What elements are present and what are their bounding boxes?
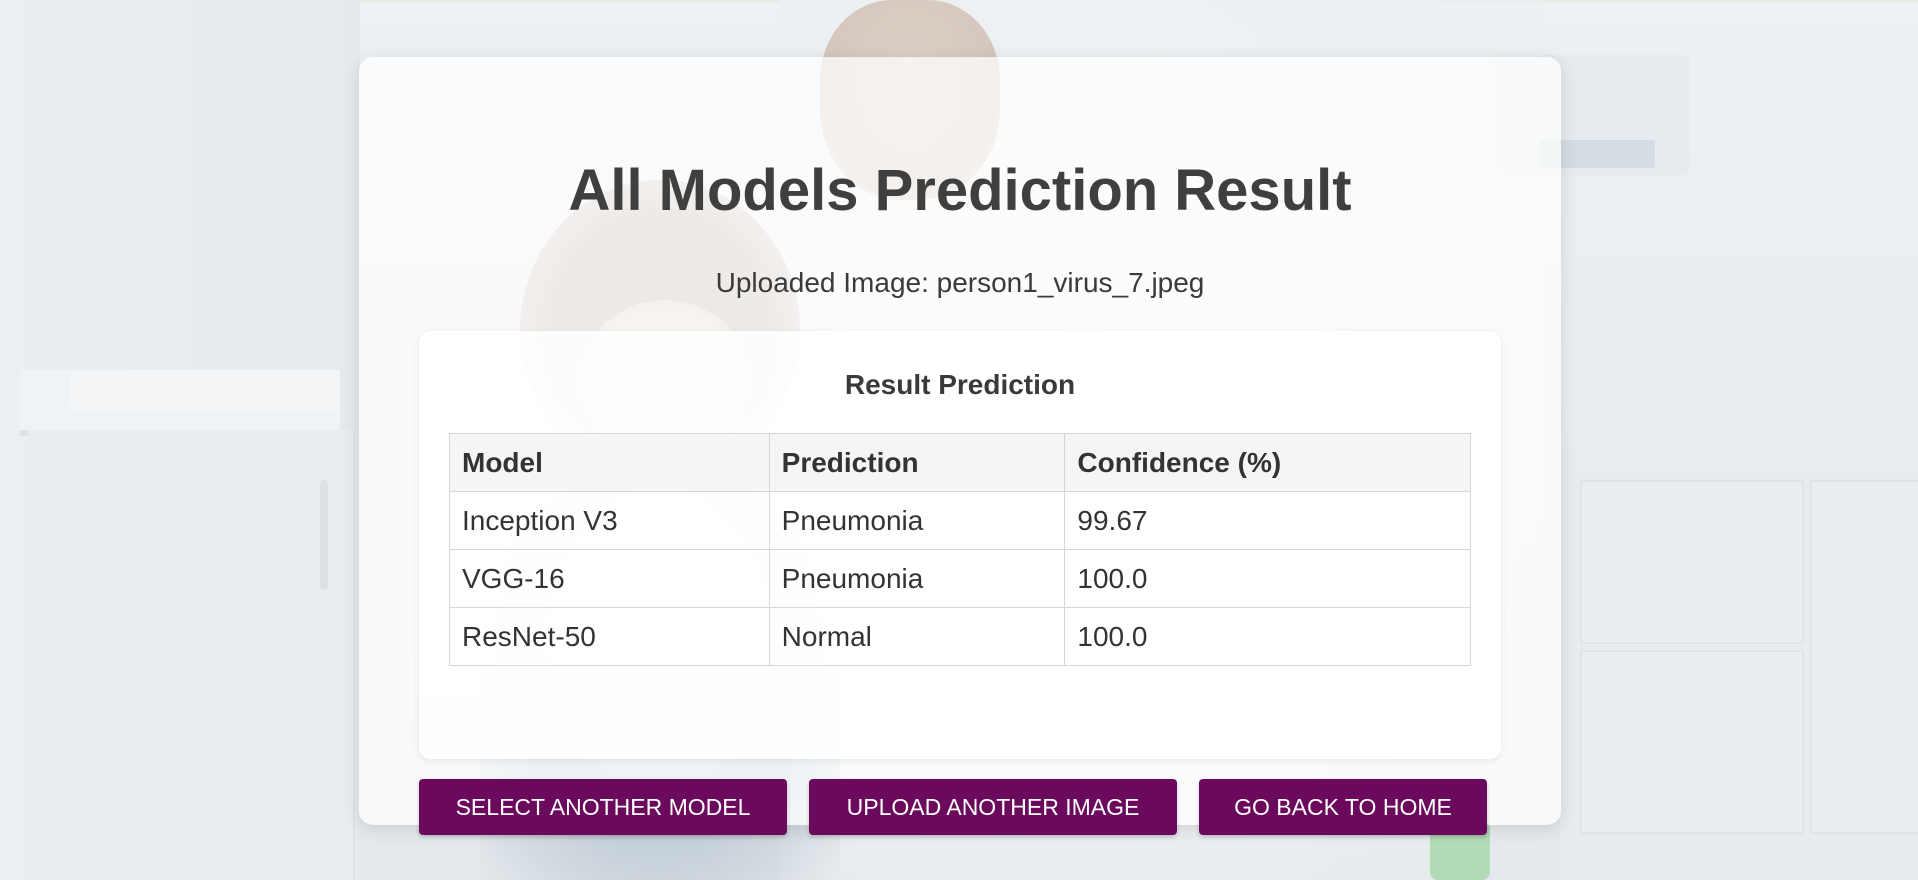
cell-prediction: Normal — [768, 607, 1066, 666]
upload-another-image-button[interactable]: UPLOAD ANOTHER IMAGE — [809, 779, 1177, 835]
results-table: Model Prediction Confidence (%) Inceptio… — [449, 433, 1471, 666]
result-heading: Result Prediction — [844, 369, 1076, 400]
cell-prediction: Pneumonia — [768, 491, 1066, 550]
column-header-model: Model — [449, 433, 770, 492]
uploaded-image-label: Uploaded Image: person1_virus_7.jpeg — [715, 267, 1205, 298]
page-title: All Models Prediction Result — [568, 158, 1352, 223]
cell-model: Inception V3 — [449, 491, 770, 550]
table-row: VGG-16 Pneumonia 100.0 — [449, 549, 1471, 608]
cell-confidence: 99.67 — [1064, 491, 1471, 550]
go-back-home-button[interactable]: GO BACK TO HOME — [1199, 779, 1487, 835]
select-another-model-button[interactable]: SELECT ANOTHER MODEL — [419, 779, 787, 835]
result-card: All Models Prediction Result Uploaded Im… — [359, 57, 1561, 835]
cell-confidence: 100.0 — [1064, 607, 1471, 666]
cell-model: VGG-16 — [449, 549, 770, 608]
table-header-row: Model Prediction Confidence (%) — [449, 433, 1471, 492]
cell-prediction: Pneumonia — [768, 549, 1066, 608]
table-row: Inception V3 Pneumonia 99.67 — [449, 491, 1471, 550]
column-header-confidence: Confidence (%) — [1064, 433, 1471, 492]
cell-model: ResNet-50 — [449, 607, 770, 666]
cell-confidence: 100.0 — [1064, 549, 1471, 608]
column-header-prediction: Prediction — [768, 433, 1066, 492]
table-row: ResNet-50 Normal 100.0 — [449, 607, 1471, 666]
